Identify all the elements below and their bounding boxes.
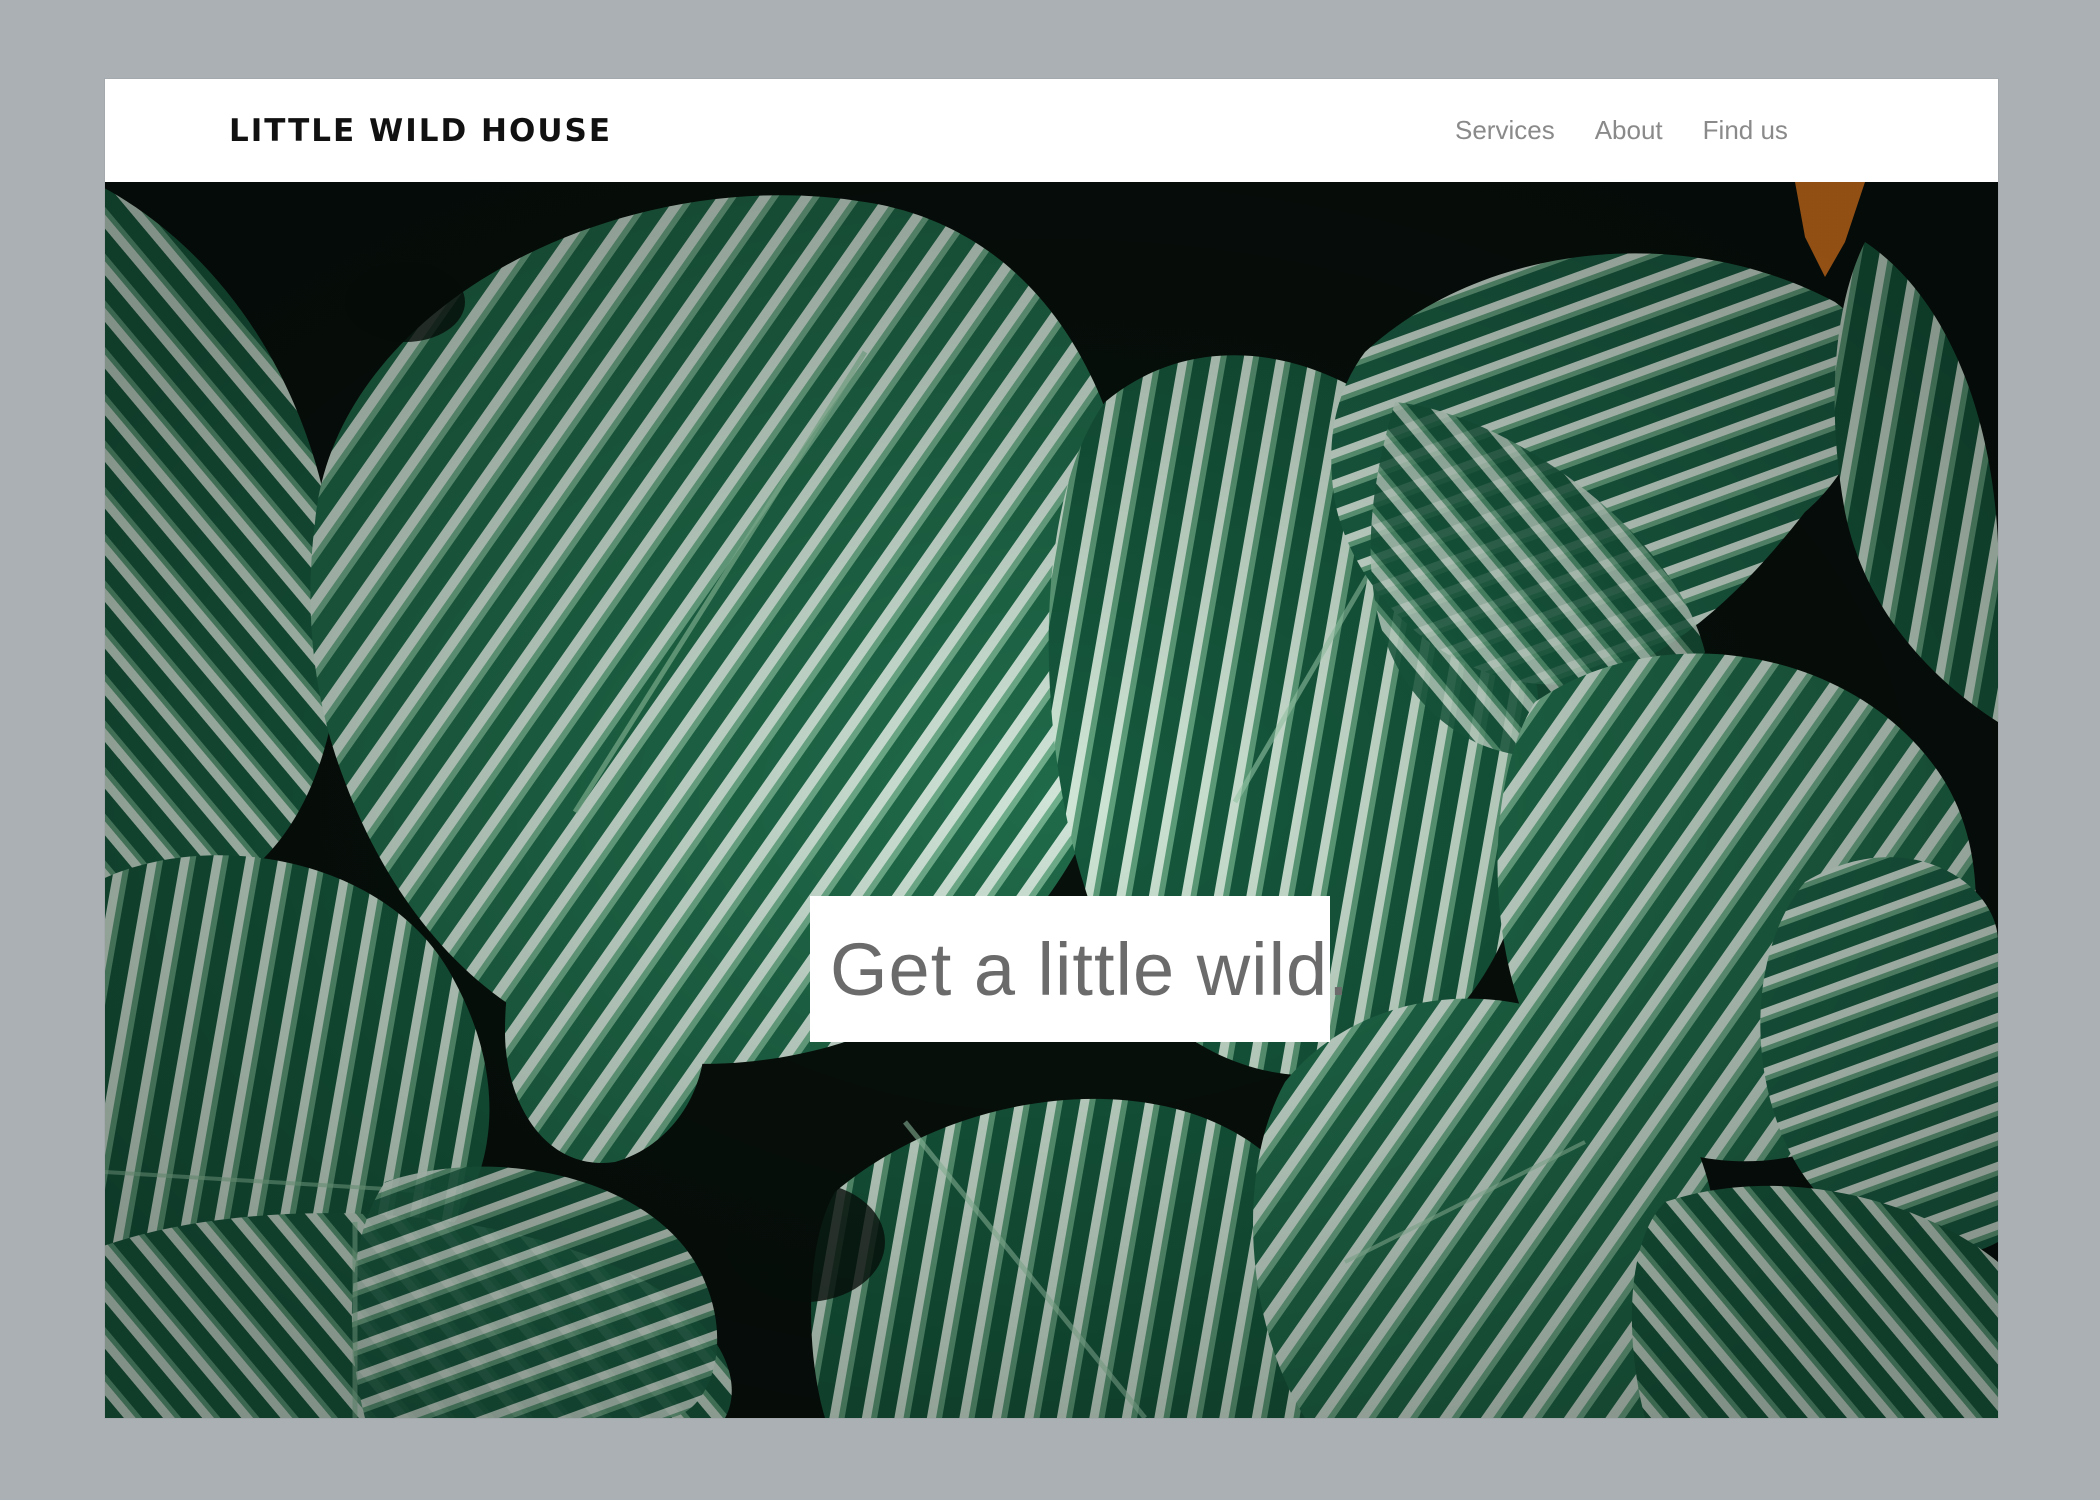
tagline-box: Get a little wild. [810, 896, 1349, 1042]
nav-item-find-us[interactable]: Find us [1703, 115, 1788, 146]
hero-leaves-image [105, 182, 1998, 1418]
nav-item-services[interactable]: Services [1455, 115, 1555, 146]
hero-section: Get a little wild. [105, 182, 1998, 1418]
main-nav: Services About Find us [1455, 115, 1788, 146]
website-frame: LITTLE WILD HOUSE Services About Find us [105, 79, 1998, 1418]
nav-item-about[interactable]: About [1595, 115, 1663, 146]
hero-tagline: Get a little wild. [830, 927, 1350, 1011]
site-header: LITTLE WILD HOUSE Services About Find us [105, 79, 1998, 182]
site-logo[interactable]: LITTLE WILD HOUSE [229, 113, 612, 149]
